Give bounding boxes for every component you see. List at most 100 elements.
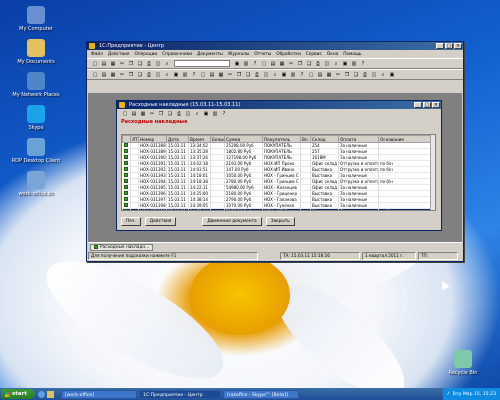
menu-item-6[interactable]: Отчеты [254,52,271,57]
column-header[interactable]: Номер [138,135,167,143]
help-icon[interactable]: ? [190,71,198,79]
desktop-icon-recycle-bin[interactable]: Recycle Bin [433,350,493,376]
column-header[interactable]: Дата [166,135,189,143]
taskbar-button-0[interactable]: [work-office] [61,389,137,399]
start-button[interactable]: start [1,389,35,399]
toolbar-search-combo[interactable] [174,60,230,67]
copy-icon[interactable]: ❐ [127,71,135,79]
quick-launch-ie-icon[interactable] [38,390,45,398]
menu-item-8[interactable]: Сервис [306,52,322,57]
preview-icon[interactable]: ◫ [370,71,378,79]
table-row[interactable]: НОХ-031392 15.03.11 14:03:51 147.00 Руб НОХ-… [122,166,433,173]
save-icon[interactable]: ▦ [139,110,147,118]
new-doc-icon[interactable]: ▢ [91,60,99,68]
journal-grid[interactable]: ЛТНомерДатаВремяБелыйСуммаПокупательВл.С… [121,134,436,211]
help-icon[interactable]: ? [359,60,367,68]
print-button[interactable]: Печ. [121,217,141,226]
preview-icon[interactable]: ◫ [154,71,162,79]
table-row[interactable]: НОХ-031391 15.03.11 14:02:18 2193.00 Руб НОХ… [122,160,433,167]
cut-icon[interactable]: ✂ [118,71,126,79]
new-doc-icon[interactable]: ▢ [121,110,129,118]
menu-item-7[interactable]: Обработки [276,52,301,57]
cut-icon[interactable]: ✂ [287,60,295,68]
speaker-icon[interactable]: ♪ [447,392,450,397]
calc-icon[interactable]: ▣ [388,71,396,79]
column-header[interactable]: Время [188,135,211,143]
help-icon[interactable]: ? [220,110,228,118]
menu-item-4[interactable]: Документы [197,52,223,57]
print-icon[interactable]: ⎙ [175,110,183,118]
save-icon[interactable]: ▦ [278,60,286,68]
copy-icon[interactable]: ❐ [343,71,351,79]
calc-icon[interactable]: ▣ [341,60,349,68]
calendar-icon[interactable]: ▥ [242,60,250,68]
paste-icon[interactable]: ❏ [166,110,174,118]
open-icon[interactable]: ▤ [269,60,277,68]
print-icon[interactable]: ⎙ [145,60,153,68]
preview-icon[interactable]: ◫ [323,60,331,68]
quick-launch-desktop-icon[interactable] [47,390,54,398]
actions-button[interactable]: Действия [144,217,177,226]
column-header[interactable]: Склад [310,135,339,143]
new-doc-icon[interactable]: ▢ [307,71,315,79]
save-icon[interactable]: ▦ [109,71,117,79]
find-icon[interactable]: ⌕ [193,110,201,118]
grid-vertical-scrollbar[interactable] [430,135,435,210]
column-header[interactable]: Оплата [338,135,379,143]
close-button[interactable]: × [454,43,462,49]
desktop-icon-1[interactable]: My Documents [6,39,66,65]
app-titlebar[interactable]: 1С:Предприятие - Центр _ □ × [87,42,463,50]
calc-icon[interactable]: ▣ [233,60,241,68]
cut-icon[interactable]: ✂ [334,71,342,79]
desktop-icon-4[interactable]: RDP Desktop Client [6,138,66,164]
table-row[interactable]: НОХ-031394 15.03.11 14:18:38 2780.00 Руб НОХ… [122,178,433,185]
column-header[interactable]: Основание [378,135,433,143]
desktop-icon-3[interactable]: Skype [6,105,66,131]
save-icon[interactable]: ▦ [217,71,225,79]
print-icon[interactable]: ⎙ [361,71,369,79]
paste-icon[interactable]: ❏ [352,71,360,79]
print-icon[interactable]: ⎙ [314,60,322,68]
journal-close-button[interactable]: × [432,102,440,108]
copy-icon[interactable]: ❐ [127,60,135,68]
calendar-icon[interactable]: ▥ [350,60,358,68]
find-icon[interactable]: ⌕ [332,60,340,68]
help-icon[interactable]: ? [298,71,306,79]
window-tab-journal[interactable]: Расходные накладн... [90,243,154,251]
new-doc-icon[interactable]: ▢ [260,60,268,68]
cut-icon[interactable]: ✂ [226,71,234,79]
save-icon[interactable]: ▦ [325,71,333,79]
column-header[interactable]: Вл. [300,135,311,143]
column-header[interactable] [122,135,131,143]
paste-icon[interactable]: ❏ [244,71,252,79]
open-icon[interactable]: ▤ [208,71,216,79]
calc-icon[interactable]: ▣ [202,110,210,118]
desktop-icon-0[interactable]: My Computer [6,6,66,32]
copy-icon[interactable]: ❐ [296,60,304,68]
open-icon[interactable]: ▤ [316,71,324,79]
print-icon[interactable]: ⎙ [145,71,153,79]
movements-button[interactable]: Движения документа [202,217,262,226]
calc-icon[interactable]: ▣ [280,71,288,79]
column-header[interactable]: Сумма [224,135,263,143]
column-header[interactable]: ЛТ [130,135,139,143]
preview-icon[interactable]: ◫ [154,60,162,68]
column-header[interactable]: Белый [210,135,225,143]
copy-icon[interactable]: ❐ [157,110,165,118]
preview-icon[interactable]: ◫ [184,110,192,118]
open-icon[interactable]: ▤ [130,110,138,118]
find-icon[interactable]: ⌕ [163,71,171,79]
maximize-button[interactable]: □ [445,43,453,49]
paste-icon[interactable]: ❏ [305,60,313,68]
copy-icon[interactable]: ❐ [235,71,243,79]
find-icon[interactable]: ⌕ [163,60,171,68]
calendar-icon[interactable]: ▥ [211,110,219,118]
new-doc-icon[interactable]: ▢ [91,71,99,79]
desktop-icon-2[interactable]: My Network Places [6,72,66,98]
column-header[interactable]: Покупатель [262,135,301,143]
find-icon[interactable]: ⌕ [271,71,279,79]
desktop-icon-5[interactable]: work-office.sh [6,171,66,197]
journal-close-action-button[interactable]: Закрыть [265,217,295,226]
taskbar-button-1[interactable]: 1С:Предприятие - Центр [139,389,221,399]
menu-item-9[interactable]: Окна [327,52,338,57]
